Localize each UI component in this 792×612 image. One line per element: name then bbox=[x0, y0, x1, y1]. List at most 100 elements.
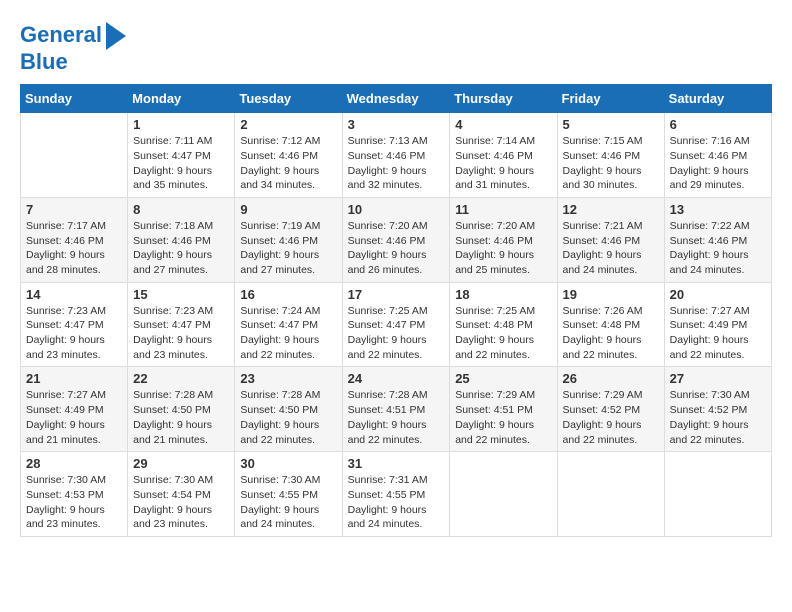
day-info: Sunrise: 7:31 AMSunset: 4:55 PMDaylight:… bbox=[348, 473, 445, 532]
calendar-cell: 1 Sunrise: 7:11 AMSunset: 4:47 PMDaylight… bbox=[128, 113, 235, 198]
calendar-cell bbox=[557, 452, 664, 537]
day-number: 4 bbox=[455, 117, 551, 132]
day-info: Sunrise: 7:19 AMSunset: 4:46 PMDaylight:… bbox=[240, 219, 336, 278]
day-info: Sunrise: 7:14 AMSunset: 4:46 PMDaylight:… bbox=[455, 134, 551, 193]
day-number: 30 bbox=[240, 456, 336, 471]
day-info: Sunrise: 7:17 AMSunset: 4:46 PMDaylight:… bbox=[26, 219, 122, 278]
day-info: Sunrise: 7:21 AMSunset: 4:46 PMDaylight:… bbox=[563, 219, 659, 278]
calendar-cell: 21 Sunrise: 7:27 AMSunset: 4:49 PMDayligh… bbox=[21, 367, 128, 452]
calendar-cell bbox=[21, 113, 128, 198]
day-info: Sunrise: 7:30 AMSunset: 4:55 PMDaylight:… bbox=[240, 473, 336, 532]
calendar-cell: 25 Sunrise: 7:29 AMSunset: 4:51 PMDayligh… bbox=[450, 367, 557, 452]
calendar-cell: 5 Sunrise: 7:15 AMSunset: 4:46 PMDaylight… bbox=[557, 113, 664, 198]
calendar-cell: 14 Sunrise: 7:23 AMSunset: 4:47 PMDayligh… bbox=[21, 282, 128, 367]
day-number: 7 bbox=[26, 202, 122, 217]
calendar-cell: 26 Sunrise: 7:29 AMSunset: 4:52 PMDayligh… bbox=[557, 367, 664, 452]
calendar-cell: 2 Sunrise: 7:12 AMSunset: 4:46 PMDaylight… bbox=[235, 113, 342, 198]
calendar-cell: 3 Sunrise: 7:13 AMSunset: 4:46 PMDaylight… bbox=[342, 113, 450, 198]
day-number: 3 bbox=[348, 117, 445, 132]
day-number: 26 bbox=[563, 371, 659, 386]
calendar-cell: 23Sunrise: 7:28 AMSunset: 4:50 PMDayligh… bbox=[235, 367, 342, 452]
calendar-day-header: Wednesday bbox=[342, 85, 450, 113]
day-info: Sunrise: 7:29 AMSunset: 4:51 PMDaylight:… bbox=[455, 388, 551, 447]
day-number: 8 bbox=[133, 202, 229, 217]
calendar-cell: 13Sunrise: 7:22 AMSunset: 4:46 PMDayligh… bbox=[664, 197, 771, 282]
logo: General Blue bbox=[20, 20, 126, 74]
day-info: Sunrise: 7:27 AMSunset: 4:49 PMDaylight:… bbox=[26, 388, 122, 447]
day-info: Sunrise: 7:28 AMSunset: 4:50 PMDaylight:… bbox=[240, 388, 336, 447]
day-number: 17 bbox=[348, 287, 445, 302]
calendar-cell: 30 Sunrise: 7:30 AMSunset: 4:55 PMDayligh… bbox=[235, 452, 342, 537]
calendar-week-row: 7 Sunrise: 7:17 AMSunset: 4:46 PMDaylight… bbox=[21, 197, 772, 282]
day-info: Sunrise: 7:18 AMSunset: 4:46 PMDaylight:… bbox=[133, 219, 229, 278]
calendar-cell: 28 Sunrise: 7:30 AMSunset: 4:53 PMDayligh… bbox=[21, 452, 128, 537]
day-info: Sunrise: 7:12 AMSunset: 4:46 PMDaylight:… bbox=[240, 134, 336, 193]
day-info: Sunrise: 7:30 AMSunset: 4:52 PMDaylight:… bbox=[670, 388, 766, 447]
day-info: Sunrise: 7:28 AMSunset: 4:51 PMDaylight:… bbox=[348, 388, 445, 447]
calendar-cell: 29 Sunrise: 7:30 AMSunset: 4:54 PMDayligh… bbox=[128, 452, 235, 537]
day-number: 10 bbox=[348, 202, 445, 217]
day-number: 31 bbox=[348, 456, 445, 471]
day-info: Sunrise: 7:25 AMSunset: 4:48 PMDaylight:… bbox=[455, 304, 551, 363]
logo-arrow-icon bbox=[106, 22, 126, 50]
day-info: Sunrise: 7:11 AMSunset: 4:47 PMDaylight:… bbox=[133, 134, 229, 193]
calendar-cell: 27 Sunrise: 7:30 AMSunset: 4:52 PMDayligh… bbox=[664, 367, 771, 452]
calendar-day-header: Thursday bbox=[450, 85, 557, 113]
day-info: Sunrise: 7:20 AMSunset: 4:46 PMDaylight:… bbox=[348, 219, 445, 278]
day-number: 29 bbox=[133, 456, 229, 471]
day-number: 28 bbox=[26, 456, 122, 471]
day-info: Sunrise: 7:29 AMSunset: 4:52 PMDaylight:… bbox=[563, 388, 659, 447]
calendar-day-header: Saturday bbox=[664, 85, 771, 113]
calendar-cell: 9 Sunrise: 7:19 AMSunset: 4:46 PMDaylight… bbox=[235, 197, 342, 282]
calendar-cell: 12 Sunrise: 7:21 AMSunset: 4:46 PMDayligh… bbox=[557, 197, 664, 282]
day-info: Sunrise: 7:15 AMSunset: 4:46 PMDaylight:… bbox=[563, 134, 659, 193]
day-number: 5 bbox=[563, 117, 659, 132]
day-info: Sunrise: 7:28 AMSunset: 4:50 PMDaylight:… bbox=[133, 388, 229, 447]
logo-text: General bbox=[20, 23, 102, 47]
day-info: Sunrise: 7:27 AMSunset: 4:49 PMDaylight:… bbox=[670, 304, 766, 363]
day-number: 6 bbox=[670, 117, 766, 132]
day-info: Sunrise: 7:13 AMSunset: 4:46 PMDaylight:… bbox=[348, 134, 445, 193]
calendar-day-header: Tuesday bbox=[235, 85, 342, 113]
day-number: 14 bbox=[26, 287, 122, 302]
day-number: 15 bbox=[133, 287, 229, 302]
calendar-day-header: Friday bbox=[557, 85, 664, 113]
day-number: 24 bbox=[348, 371, 445, 386]
day-info: Sunrise: 7:20 AMSunset: 4:46 PMDaylight:… bbox=[455, 219, 551, 278]
calendar-cell: 20 Sunrise: 7:27 AMSunset: 4:49 PMDayligh… bbox=[664, 282, 771, 367]
calendar-cell: 10 Sunrise: 7:20 AMSunset: 4:46 PMDayligh… bbox=[342, 197, 450, 282]
day-number: 9 bbox=[240, 202, 336, 217]
calendar-cell: 16Sunrise: 7:24 AMSunset: 4:47 PMDayligh… bbox=[235, 282, 342, 367]
day-info: Sunrise: 7:23 AMSunset: 4:47 PMDaylight:… bbox=[26, 304, 122, 363]
day-info: Sunrise: 7:30 AMSunset: 4:53 PMDaylight:… bbox=[26, 473, 122, 532]
day-number: 22 bbox=[133, 371, 229, 386]
day-number: 20 bbox=[670, 287, 766, 302]
day-number: 25 bbox=[455, 371, 551, 386]
day-number: 11 bbox=[455, 202, 551, 217]
day-info: Sunrise: 7:16 AMSunset: 4:46 PMDaylight:… bbox=[670, 134, 766, 193]
day-number: 19 bbox=[563, 287, 659, 302]
day-number: 12 bbox=[563, 202, 659, 217]
calendar-header-row: SundayMondayTuesdayWednesdayThursdayFrid… bbox=[21, 85, 772, 113]
calendar-cell: 31 Sunrise: 7:31 AMSunset: 4:55 PMDayligh… bbox=[342, 452, 450, 537]
calendar-cell: 7 Sunrise: 7:17 AMSunset: 4:46 PMDaylight… bbox=[21, 197, 128, 282]
day-number: 18 bbox=[455, 287, 551, 302]
calendar-cell: 17 Sunrise: 7:25 AMSunset: 4:47 PMDayligh… bbox=[342, 282, 450, 367]
calendar-cell: 19Sunrise: 7:26 AMSunset: 4:48 PMDayligh… bbox=[557, 282, 664, 367]
day-number: 21 bbox=[26, 371, 122, 386]
day-info: Sunrise: 7:22 AMSunset: 4:46 PMDaylight:… bbox=[670, 219, 766, 278]
day-number: 2 bbox=[240, 117, 336, 132]
day-info: Sunrise: 7:30 AMSunset: 4:54 PMDaylight:… bbox=[133, 473, 229, 532]
day-info: Sunrise: 7:24 AMSunset: 4:47 PMDaylight:… bbox=[240, 304, 336, 363]
calendar-cell: 15Sunrise: 7:23 AMSunset: 4:47 PMDayligh… bbox=[128, 282, 235, 367]
calendar-cell: 4 Sunrise: 7:14 AMSunset: 4:46 PMDaylight… bbox=[450, 113, 557, 198]
day-number: 1 bbox=[133, 117, 229, 132]
calendar-week-row: 1 Sunrise: 7:11 AMSunset: 4:47 PMDaylight… bbox=[21, 113, 772, 198]
page-header: General Blue bbox=[20, 20, 772, 74]
day-info: Sunrise: 7:25 AMSunset: 4:47 PMDaylight:… bbox=[348, 304, 445, 363]
calendar-cell: 8 Sunrise: 7:18 AMSunset: 4:46 PMDaylight… bbox=[128, 197, 235, 282]
day-number: 27 bbox=[670, 371, 766, 386]
calendar-cell bbox=[450, 452, 557, 537]
calendar-cell: 11 Sunrise: 7:20 AMSunset: 4:46 PMDayligh… bbox=[450, 197, 557, 282]
calendar-week-row: 28 Sunrise: 7:30 AMSunset: 4:53 PMDayligh… bbox=[21, 452, 772, 537]
